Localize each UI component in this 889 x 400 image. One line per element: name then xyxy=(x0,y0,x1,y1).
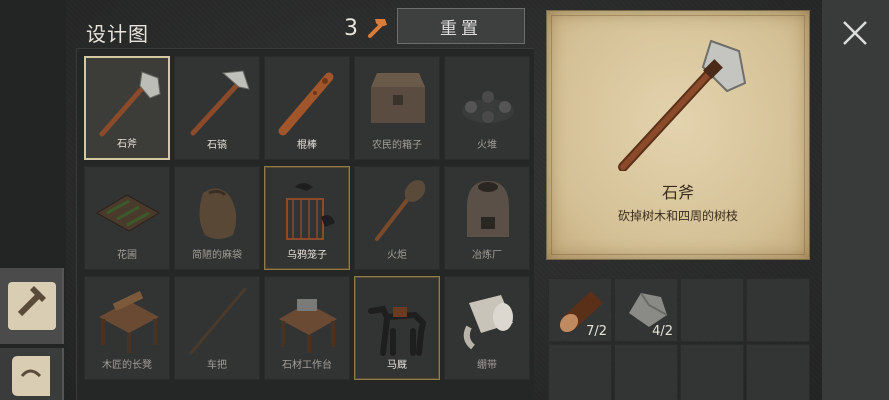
blueprint-crow-cage[interactable]: 乌鸦笼子 xyxy=(264,166,350,270)
resource-qty: 7/2 xyxy=(586,324,607,339)
resource-qty: 4/2 xyxy=(652,324,673,339)
blueprint-bandage[interactable]: 绷带 xyxy=(444,276,530,380)
detail-description: 砍掉树木和四周的树枝 xyxy=(617,209,738,223)
handle-icon xyxy=(189,287,247,355)
resource-slot-empty xyxy=(680,278,744,342)
cell-label: 花圃 xyxy=(117,250,137,261)
cell-label: 木匠的长凳 xyxy=(102,360,152,371)
reset-button[interactable]: 重置 xyxy=(397,8,525,44)
resource-slot-empty xyxy=(680,344,744,400)
blueprint-campfire[interactable]: 火堆 xyxy=(444,56,530,160)
cell-label: 马厩 xyxy=(387,360,407,371)
resource-slot-empty xyxy=(614,344,678,400)
stone-pickaxe-icon xyxy=(190,70,250,136)
cell-label: 棍棒 xyxy=(297,140,317,151)
campfire-icon xyxy=(462,91,514,123)
blueprint-stone-pickaxe[interactable]: 石镐 xyxy=(174,56,260,160)
blueprint-stable[interactable]: 马厩 xyxy=(354,276,440,380)
hammer-count: 3 xyxy=(344,16,358,41)
resource-slot-stone[interactable]: 4/2 xyxy=(614,278,678,342)
stone-workbench-icon xyxy=(279,299,337,353)
resource-slots: 7/2 4/2 xyxy=(544,276,822,400)
blueprint-stone-axe[interactable]: 石斧 xyxy=(84,56,170,160)
stone-axe-detail-icon xyxy=(618,39,747,171)
close-icon[interactable] xyxy=(836,14,874,52)
club-icon xyxy=(278,72,334,136)
tab-blueprints[interactable] xyxy=(0,268,64,344)
cell-label: 冶炼厂 xyxy=(472,250,502,261)
blueprint-torch[interactable]: 火炬 xyxy=(354,166,440,270)
cell-label: 火堆 xyxy=(477,140,497,151)
detail-name: 石斧 xyxy=(661,183,694,202)
sack-icon xyxy=(199,188,237,239)
resource-slot-empty xyxy=(746,278,810,342)
hammer-icon xyxy=(368,19,387,38)
resource-slot-log[interactable]: 7/2 xyxy=(548,278,612,342)
blueprint-flowerbed[interactable]: 花圃 xyxy=(84,166,170,270)
page-title: 设计图 xyxy=(86,22,149,46)
blueprint-handle[interactable]: 车把 xyxy=(174,276,260,380)
blueprint-sack[interactable]: 简陋的麻袋 xyxy=(174,166,260,270)
blueprint-smelter[interactable]: 冶炼厂 xyxy=(444,166,530,270)
flowerbed-icon xyxy=(96,194,160,232)
cell-label: 农民的箱子 xyxy=(372,140,422,151)
crow-cage-icon xyxy=(286,183,335,240)
blueprint-farmer-chest[interactable]: 农民的箱子 xyxy=(354,56,440,160)
cell-label: 石斧 xyxy=(117,139,137,150)
tab-scrolls[interactable] xyxy=(0,348,64,400)
left-tab-strip xyxy=(0,0,66,400)
cell-label: 乌鸦笼子 xyxy=(287,250,327,261)
resource-slot-empty xyxy=(548,344,612,400)
detail-card: 石斧 砍掉树木和四周的树枝 xyxy=(546,10,810,260)
cell-label: 石材工作台 xyxy=(282,360,332,371)
stone-axe-icon xyxy=(99,71,161,137)
smelter-icon xyxy=(467,181,509,237)
cell-label: 简陋的麻袋 xyxy=(192,250,242,261)
cell-label: 石镐 xyxy=(207,140,227,151)
blueprint-club[interactable]: 棍棒 xyxy=(264,56,350,160)
blueprint-carpenter-bench[interactable]: 木匠的长凳 xyxy=(84,276,170,380)
carpenter-bench-icon xyxy=(99,291,159,353)
close-panel xyxy=(822,0,889,400)
bandage-icon xyxy=(463,295,513,350)
cell-label: 火炬 xyxy=(387,250,407,261)
torch-icon xyxy=(375,180,426,241)
chest-icon xyxy=(371,73,425,123)
cell-label: 车把 xyxy=(207,360,227,371)
resource-slot-empty xyxy=(746,344,810,400)
blueprint-hammer-icon xyxy=(8,282,56,330)
horse-icon xyxy=(368,305,427,356)
scroll-icon xyxy=(12,356,50,396)
blueprint-stone-workbench[interactable]: 石材工作台 xyxy=(264,276,350,380)
cell-label: 绷带 xyxy=(477,360,497,371)
